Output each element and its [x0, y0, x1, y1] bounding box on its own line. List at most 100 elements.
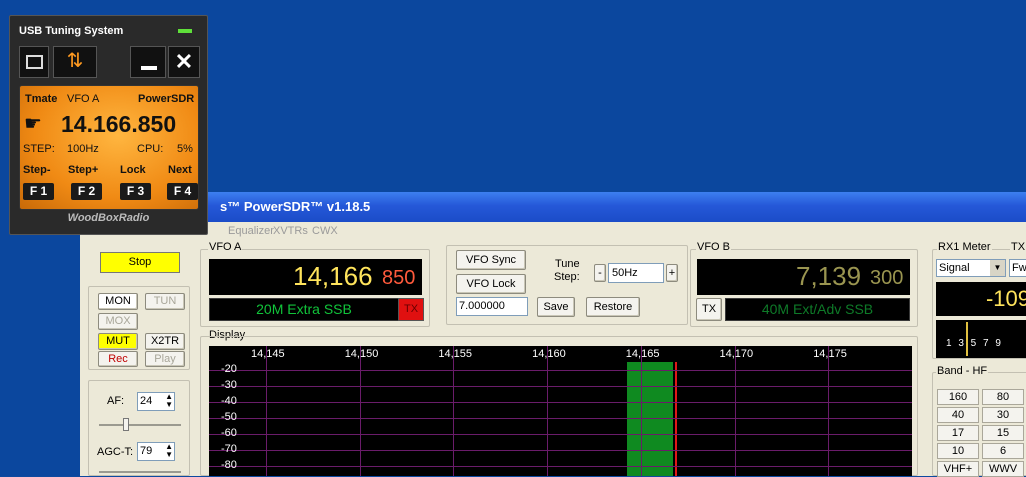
freq-gridline	[453, 346, 455, 476]
band-button[interactable]: 15	[982, 425, 1024, 441]
freq-gridline	[828, 346, 830, 476]
stop-button[interactable]: Stop	[100, 252, 180, 273]
f1-label: Step-	[23, 164, 51, 176]
powersdr-window: s™ PowerSDR™ v1.18.5 Equalizer XVTRs CWX…	[80, 192, 1026, 477]
freq-gridline	[359, 346, 361, 476]
mox-button[interactable]: MOX	[98, 313, 138, 330]
af-slider-track[interactable]	[99, 424, 181, 426]
restore-icon[interactable]	[19, 46, 49, 78]
vfob-display[interactable]: 7,139 300	[697, 259, 910, 295]
tx-meter-label: TX	[1010, 241, 1026, 253]
af-value: 24	[140, 395, 153, 407]
band-button[interactable]: 10	[937, 443, 979, 459]
minimize-icon[interactable]	[130, 46, 166, 78]
freq-gridline	[547, 346, 549, 476]
agct-spinbox[interactable]: 79 ▲ ▼	[137, 442, 175, 461]
menu-xvtrs[interactable]: XVTRs	[273, 222, 308, 240]
freq-axis-label: 14,145	[251, 348, 285, 360]
meter-mode-select[interactable]: Signal ▼	[936, 259, 1006, 277]
tmate-window: USB Tuning System ⇅ ✕ Tmate VFO A PowerS…	[9, 15, 208, 235]
vfoa-tx-button[interactable]: TX	[398, 298, 424, 321]
meter-needle	[966, 322, 968, 356]
band-button[interactable]: WWV	[982, 461, 1024, 477]
vfo-marker	[675, 362, 677, 476]
filter-passband	[627, 362, 673, 476]
vfoa-freq-main: 14,166	[293, 261, 373, 291]
mut-button[interactable]: MUT	[98, 333, 138, 350]
x2tr-button[interactable]: X2TR	[145, 333, 185, 350]
freq-axis-label: 14,155	[438, 348, 473, 360]
freq-gridline	[266, 346, 267, 476]
vfob-label: VFO B	[696, 241, 732, 253]
band-button[interactable]: VHF+	[937, 461, 979, 477]
db-axis-label: -40	[221, 395, 237, 407]
chevron-down-icon[interactable]: ▼	[990, 260, 1005, 276]
spin-arrows-icon[interactable]: ▲ ▼	[165, 443, 173, 459]
freq-axis-label: 14,165	[625, 348, 660, 360]
menu-equalizer[interactable]: Equalizer	[228, 222, 274, 240]
band-button[interactable]: 30	[982, 407, 1024, 423]
db-gridline	[209, 402, 912, 403]
memory-frequency-input[interactable]: 7.000000	[456, 297, 528, 316]
tune-step-label-2: Step:	[554, 271, 580, 283]
spectrum-display[interactable]: 14,145 14,150 14,155 14,160 14,165 14,170 14,1…	[209, 346, 912, 476]
band-button[interactable]: 17	[937, 425, 979, 441]
lcd-frequency: 14.166.850	[61, 111, 177, 137]
lcd-header-right: PowerSDR	[138, 93, 195, 105]
db-gridline	[209, 466, 912, 467]
agct-label: AGC-T:	[97, 446, 134, 458]
menu-cwx[interactable]: CWX	[312, 222, 338, 240]
band-button[interactable]: 80	[982, 389, 1024, 405]
vfoa-display[interactable]: 14,166 850	[209, 259, 422, 295]
rec-button[interactable]: Rec	[98, 351, 138, 367]
freq-axis-label: 14,150	[344, 348, 379, 360]
vfob-mode: 40M Ext/Adv SSB	[725, 298, 910, 321]
tun-button[interactable]: TUN	[145, 293, 185, 310]
band-button[interactable]: 160	[937, 389, 979, 405]
close-icon[interactable]: ✕	[168, 46, 200, 78]
vfoa-freq-sub: 850	[382, 267, 416, 289]
tmate-title: USB Tuning System	[19, 25, 124, 37]
f4-key[interactable]: F 4	[167, 183, 198, 200]
f3-key[interactable]: F 3	[120, 183, 151, 200]
af-slider-thumb[interactable]	[123, 418, 129, 431]
brand-label: WoodBoxRadio	[67, 212, 150, 224]
tune-step-value[interactable]: 50Hz	[608, 263, 664, 283]
status-led	[178, 29, 192, 33]
spin-arrows-icon[interactable]: ▲ ▼	[165, 393, 173, 409]
db-gridline	[209, 450, 912, 451]
freq-axis-label: 14,175	[813, 348, 847, 360]
restore-button[interactable]: Restore	[586, 297, 640, 317]
band-hf-label: Band - HF	[936, 365, 989, 377]
freq-axis-label: 14,170	[719, 348, 754, 360]
lcd-header-vfo: VFO A	[67, 93, 100, 105]
window-title: s™ PowerSDR™ v1.18.5	[80, 192, 1026, 222]
agct-slider-track[interactable]	[99, 471, 181, 473]
freq-axis-label: 14,160	[532, 348, 566, 360]
audio-controls-group: AF: 24 ▲ ▼ AGC-T: 79 ▲ ▼	[88, 380, 190, 476]
mon-button[interactable]: MON	[98, 293, 138, 310]
meter-value-display: -109	[936, 282, 1026, 316]
tune-step-minus-button[interactable]: -	[594, 264, 606, 282]
vfo-lock-button[interactable]: VFO Lock	[456, 274, 526, 294]
signal-meter-scale: 1 3 5 7 9	[936, 320, 1026, 358]
db-axis-label: -80	[221, 459, 237, 471]
swap-arrows-icon[interactable]: ⇅	[53, 46, 97, 78]
af-spinbox[interactable]: 24 ▲ ▼	[137, 392, 175, 411]
freq-gridline	[640, 346, 642, 476]
tx-meter-select[interactable]: Fw	[1009, 259, 1026, 277]
band-button[interactable]: 40	[937, 407, 979, 423]
vfoa-label: VFO A	[208, 241, 243, 253]
vfo-controls-group: VFO Sync VFO Lock Tune Step: - 50Hz + 7.…	[446, 245, 688, 325]
vfo-sync-button[interactable]: VFO Sync	[456, 250, 526, 270]
save-button[interactable]: Save	[537, 297, 575, 317]
lcd-cpu-value: 5%	[177, 143, 193, 155]
meter-mode-value: Signal	[939, 262, 970, 274]
band-button[interactable]: 6	[982, 443, 1024, 459]
f2-key[interactable]: F 2	[71, 183, 102, 200]
play-button[interactable]: Play	[145, 351, 185, 367]
freq-gridline	[734, 346, 736, 476]
f1-key[interactable]: F 1	[23, 183, 54, 200]
vfob-tx-button[interactable]: TX	[696, 298, 722, 321]
tune-step-plus-button[interactable]: +	[666, 264, 678, 282]
